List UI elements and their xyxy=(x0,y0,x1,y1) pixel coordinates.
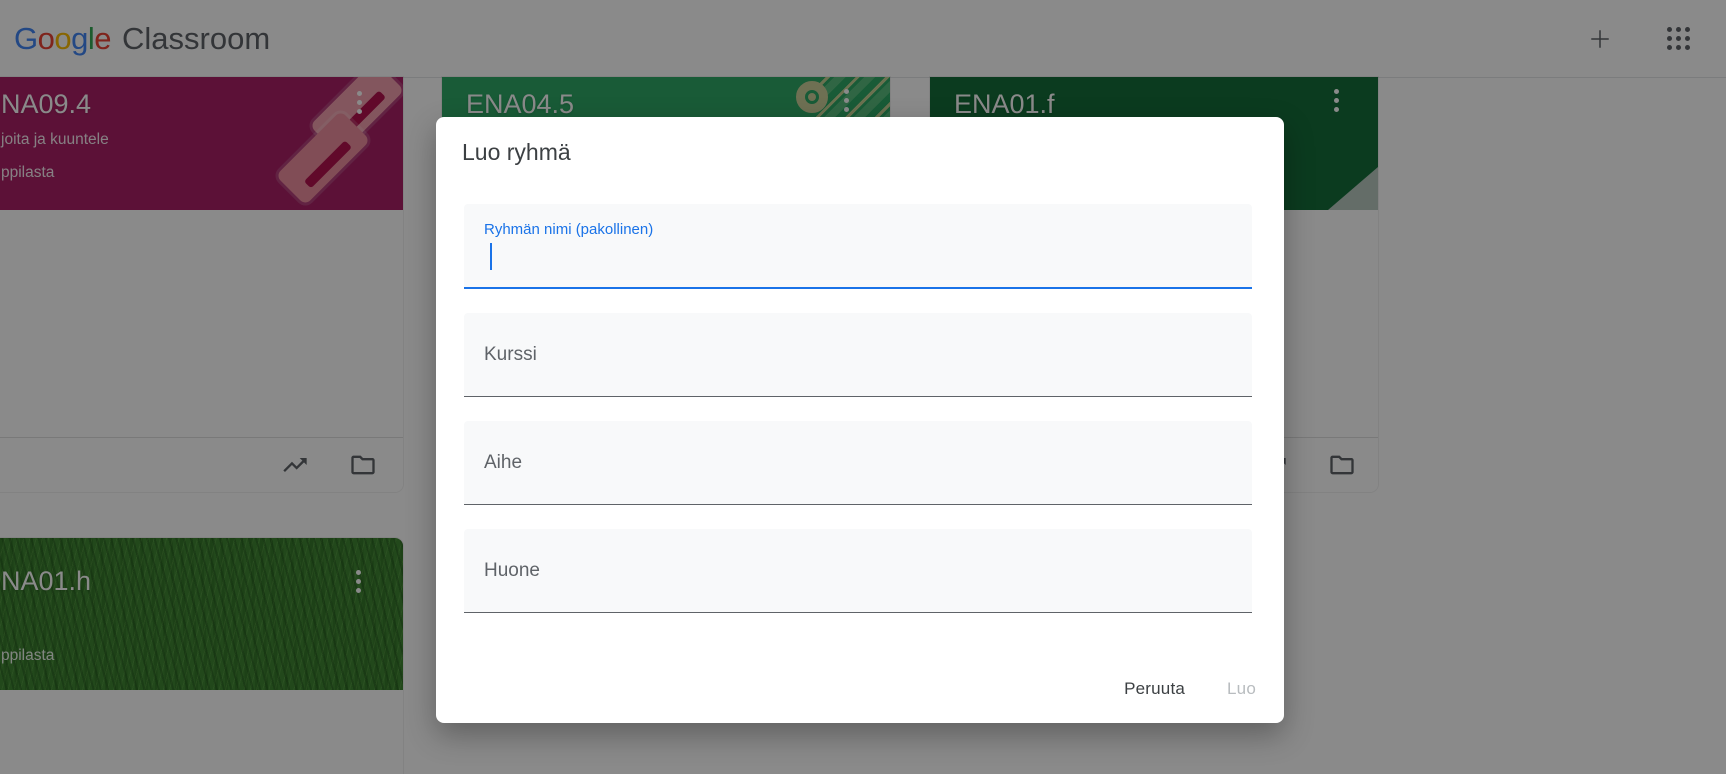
subject-input[interactable]: Aihe xyxy=(464,421,1252,505)
dialog-actions: Peruuta Luo xyxy=(1122,675,1258,703)
text-cursor xyxy=(490,243,492,270)
course-label: Kurssi xyxy=(484,344,537,366)
cancel-button[interactable]: Peruuta xyxy=(1122,675,1187,703)
subject-label: Aihe xyxy=(484,452,522,474)
group-name-label: Ryhmän nimi (pakollinen) xyxy=(484,221,653,238)
create-group-dialog: Luo ryhmä Ryhmän nimi (pakollinen) Kurss… xyxy=(436,117,1284,723)
course-input[interactable]: Kurssi xyxy=(464,313,1252,397)
room-label: Huone xyxy=(484,560,540,582)
group-name-input[interactable]: Ryhmän nimi (pakollinen) xyxy=(464,204,1252,289)
room-input[interactable]: Huone xyxy=(464,529,1252,613)
create-button[interactable]: Luo xyxy=(1225,675,1258,703)
dialog-title: Luo ryhmä xyxy=(462,139,571,166)
classroom-page: G o o g l e Classroom NA09.4 joita j xyxy=(0,0,1726,774)
